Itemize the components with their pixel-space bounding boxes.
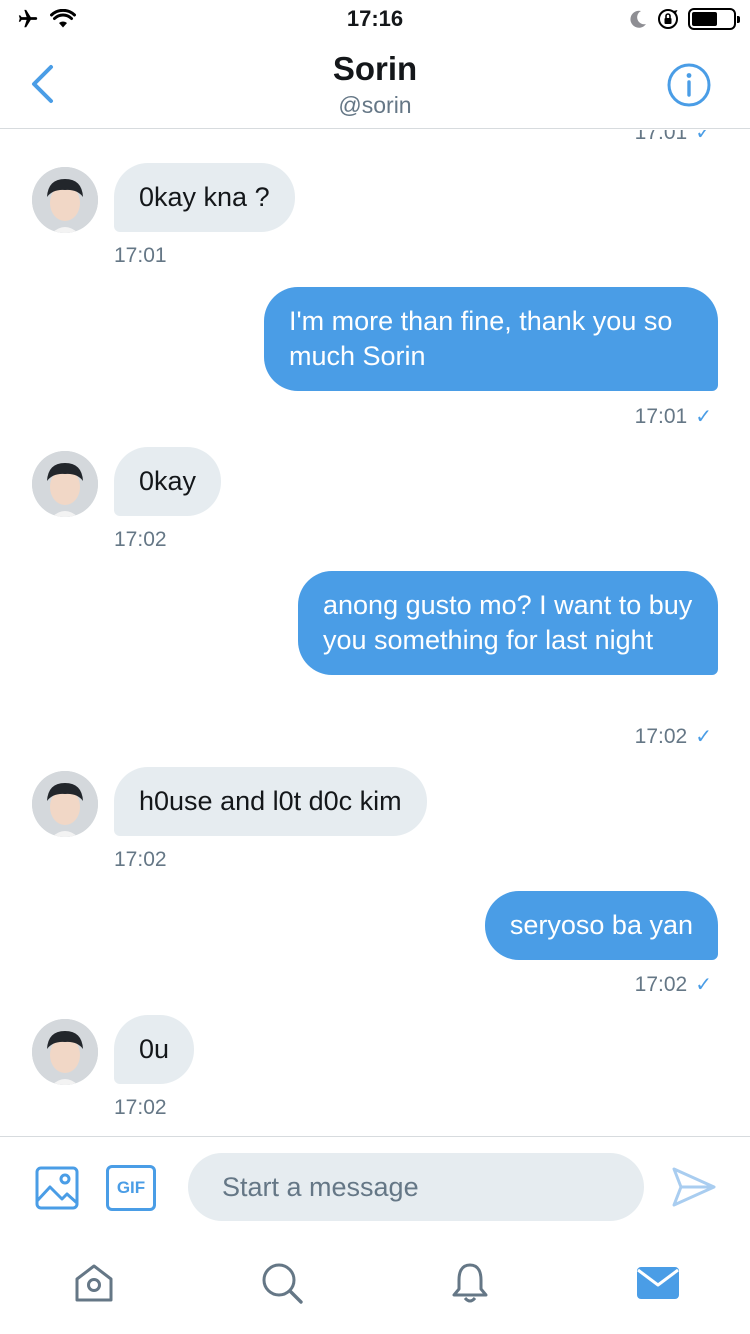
bell-icon [452,1263,488,1303]
avatar[interactable] [32,167,98,233]
image-icon [35,1166,79,1210]
avatar[interactable] [32,451,98,517]
contact-handle: @sorin [338,92,412,118]
message-timestamp: 17:02 [114,528,167,551]
tab-bar [0,1238,750,1334]
message-list[interactable]: 17:01 ✓ 0kay kna ? 17:01 I'm more than fi… [0,130,750,1135]
tab-search[interactable] [257,1258,307,1308]
conversation-header: Sorin @sorin [0,40,750,129]
message-timestamp: 17:01 ✓ [634,405,712,428]
message-timestamp: 17:02 [114,848,167,871]
gif-button[interactable]: GIF [106,1165,156,1211]
message-bubble-incoming[interactable]: 0kay kna ? [114,163,295,232]
message-timestamp: 17:01 [114,244,167,267]
home-icon [75,1264,113,1302]
info-icon [667,63,711,107]
message-bubble-incoming[interactable]: h0use and l0t d0c kim [114,767,427,836]
status-right-icons [628,7,740,31]
contact-name[interactable]: Sorin [0,50,750,88]
media-button[interactable] [34,1165,80,1211]
message-bubble-outgoing[interactable]: seryoso ba yan [484,891,718,960]
search-icon [262,1263,303,1304]
tab-notifications[interactable] [445,1258,495,1308]
message-composer: GIF [0,1136,750,1238]
info-button[interactable] [666,62,712,108]
message-input[interactable] [188,1153,644,1221]
send-icon [672,1167,716,1207]
message-bubble-outgoing[interactable]: I'm more than fine, thank you so much So… [264,287,718,391]
read-check-icon: ✓ [695,130,712,144]
message-bubble-incoming[interactable]: 0u [114,1015,195,1084]
message-timestamp: 17:02 ✓ [634,725,712,748]
message-timestamp: 17:02 [114,1096,167,1119]
message-bubble-outgoing[interactable]: anong gusto mo? I want to buy you someth… [298,571,718,675]
tab-home[interactable] [69,1258,119,1308]
message-bubble-incoming[interactable]: 0kay [114,447,222,516]
message-timestamp: 17:02 ✓ [634,973,712,996]
tab-messages[interactable] [633,1258,683,1308]
moon-icon [630,10,646,28]
avatar[interactable] [32,771,98,837]
rotation-lock-icon [658,9,678,29]
avatar[interactable] [32,1019,98,1085]
read-check-icon: ✓ [695,406,712,428]
read-check-icon: ✓ [695,974,712,996]
battery-icon [688,8,740,30]
send-button[interactable] [670,1163,718,1211]
status-bar: 17:16 [0,0,750,40]
message-timestamp: 17:01 ✓ [635,130,712,145]
mail-icon [637,1267,679,1299]
read-check-icon: ✓ [695,726,712,748]
